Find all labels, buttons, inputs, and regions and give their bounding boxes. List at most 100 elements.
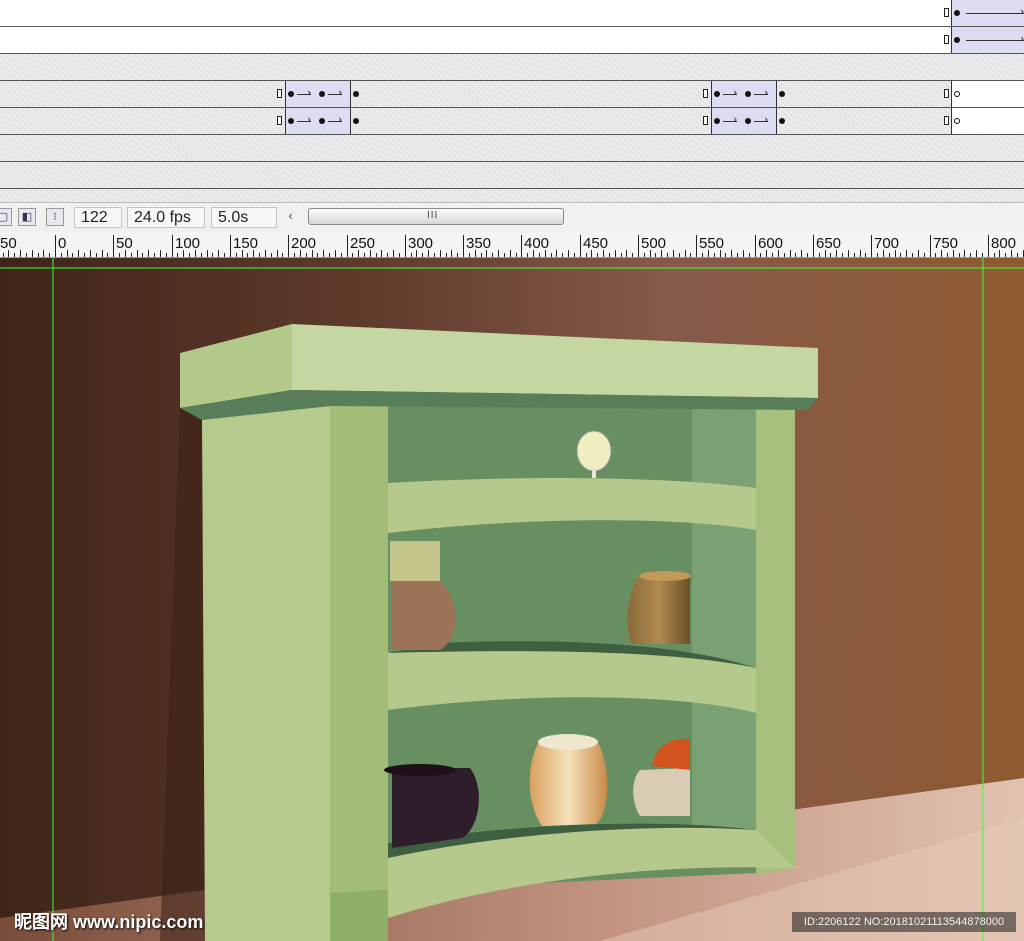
ruler-tick (102, 250, 103, 257)
ruler-tick (685, 250, 686, 257)
keyframe-dot[interactable] (745, 118, 751, 124)
ruler-tick (760, 253, 761, 257)
timeline-layer-row[interactable]: › › › › (0, 108, 1024, 135)
blank-keyframe[interactable] (954, 91, 960, 97)
ruler-tick (49, 253, 50, 257)
keyframe-marker[interactable] (944, 89, 949, 98)
tween-arrow-icon: › (1020, 32, 1024, 45)
ruler-tick (667, 253, 668, 257)
stage-artwork (0, 258, 1024, 941)
ruler-tick (381, 250, 382, 257)
tween-arrow-icon: › (1020, 5, 1024, 18)
ruler-tick (830, 253, 831, 257)
ruler-tick (609, 253, 610, 257)
keyframe-dot[interactable] (954, 37, 960, 43)
timeline-layer-row[interactable]: › (0, 27, 1024, 54)
ruler-tick (970, 253, 971, 257)
ruler-tick (107, 253, 108, 257)
ruler-tick (352, 253, 353, 257)
ruler-tick (638, 235, 639, 257)
keyframe-marker[interactable] (944, 8, 949, 17)
keyframe-dot[interactable] (779, 91, 785, 97)
keyframe-marker[interactable] (944, 116, 949, 125)
ruler-tick (201, 253, 202, 257)
ruler-label: 500 (641, 235, 667, 252)
keyframe-dot[interactable] (319, 91, 325, 97)
ruler-tick (131, 253, 132, 257)
keyframe-dot[interactable] (954, 10, 960, 16)
ruler-tick (32, 250, 33, 257)
onion-outline-icon[interactable]: ◧ (18, 208, 36, 226)
ruler-tick (212, 253, 213, 257)
ruler-tick (906, 250, 907, 257)
ruler-tick (854, 253, 855, 257)
ruler-tick (819, 253, 820, 257)
keyframe-marker[interactable] (944, 35, 949, 44)
keyframe-marker[interactable] (703, 116, 708, 125)
ruler-label: 0 (58, 235, 67, 252)
frame-rate-field[interactable]: 24.0 fps (127, 207, 205, 228)
current-frame-field: 122 (74, 207, 122, 228)
edit-multiple-frames-icon[interactable]: ⁝ (46, 208, 64, 226)
ruler-tick (1005, 253, 1006, 257)
elapsed-time-field: 5.0s (211, 207, 277, 228)
ruler-tick (481, 253, 482, 257)
ruler-tick (918, 250, 919, 257)
blank-keyframe[interactable] (954, 118, 960, 124)
keyframe-dot[interactable] (353, 118, 359, 124)
timeline-layer-row[interactable] (0, 189, 1024, 202)
scroll-left-arrow-icon[interactable]: ‹ (288, 209, 293, 223)
timeline-frame-span[interactable] (951, 81, 1024, 107)
keyframe-dot[interactable] (714, 118, 720, 124)
wine-glass (576, 430, 612, 472)
ruler-tick (463, 235, 464, 257)
keyframe-dot[interactable] (745, 91, 751, 97)
ruler-tick (20, 250, 21, 257)
ruler-tick (306, 253, 307, 257)
ruler-tick (393, 250, 394, 257)
keyframe-dot[interactable] (319, 118, 325, 124)
onion-skin-icon[interactable]: ▢ (0, 208, 12, 226)
keyframe-dot[interactable] (714, 91, 720, 97)
ruler-tick (405, 235, 406, 257)
ruler-tick (673, 250, 674, 257)
ruler-tick (446, 253, 447, 257)
ruler-label: 200 (291, 235, 317, 252)
keyframe-marker[interactable] (703, 89, 708, 98)
ruler-tick (61, 253, 62, 257)
cabinet-base (330, 890, 388, 941)
ruler-tick (457, 253, 458, 257)
keyframe-marker[interactable] (277, 89, 282, 98)
keyframe-dot[interactable] (779, 118, 785, 124)
ruler-tick (230, 235, 231, 257)
timeline-scrollbar-thumb[interactable]: III (308, 208, 564, 225)
timeline-layer-row[interactable] (0, 54, 1024, 81)
timeline-status-bar: ▢ ◧ ⁝ 122 24.0 fps 5.0s ‹ III (0, 202, 1024, 232)
timeline-layer-row[interactable]: › › › › (0, 81, 1024, 108)
tween-arrow-icon: › (307, 86, 312, 99)
ruler-tick (113, 235, 114, 257)
keyframe-dot[interactable] (288, 118, 294, 124)
timeline-layer-row[interactable]: › (0, 0, 1024, 27)
ruler-tick (865, 253, 866, 257)
stage-canvas[interactable]: 昵图网 www.nipic.com ID:2206122 NO:20181021… (0, 258, 1024, 941)
ruler-tick (696, 235, 697, 257)
ruler-tick (271, 253, 272, 257)
ruler-tick (434, 253, 435, 257)
ruler-label: 350 (466, 235, 492, 252)
ruler-tick (451, 250, 452, 257)
ruler-tick (288, 235, 289, 257)
ruler-tick (790, 250, 791, 257)
timeline-layer-row[interactable] (0, 135, 1024, 162)
ruler-label: 650 (816, 235, 842, 252)
ruler-tick (277, 250, 278, 257)
keyframe-marker[interactable] (277, 116, 282, 125)
timeline-frame-span[interactable] (951, 108, 1024, 134)
keyframe-dot[interactable] (288, 91, 294, 97)
ruler-tick (877, 253, 878, 257)
keyframe-dot[interactable] (353, 91, 359, 97)
cabinet-interior-wall (692, 408, 756, 858)
timeline-layer-row[interactable] (0, 162, 1024, 189)
ruler-tick (160, 250, 161, 257)
ruler-tick (556, 250, 557, 257)
